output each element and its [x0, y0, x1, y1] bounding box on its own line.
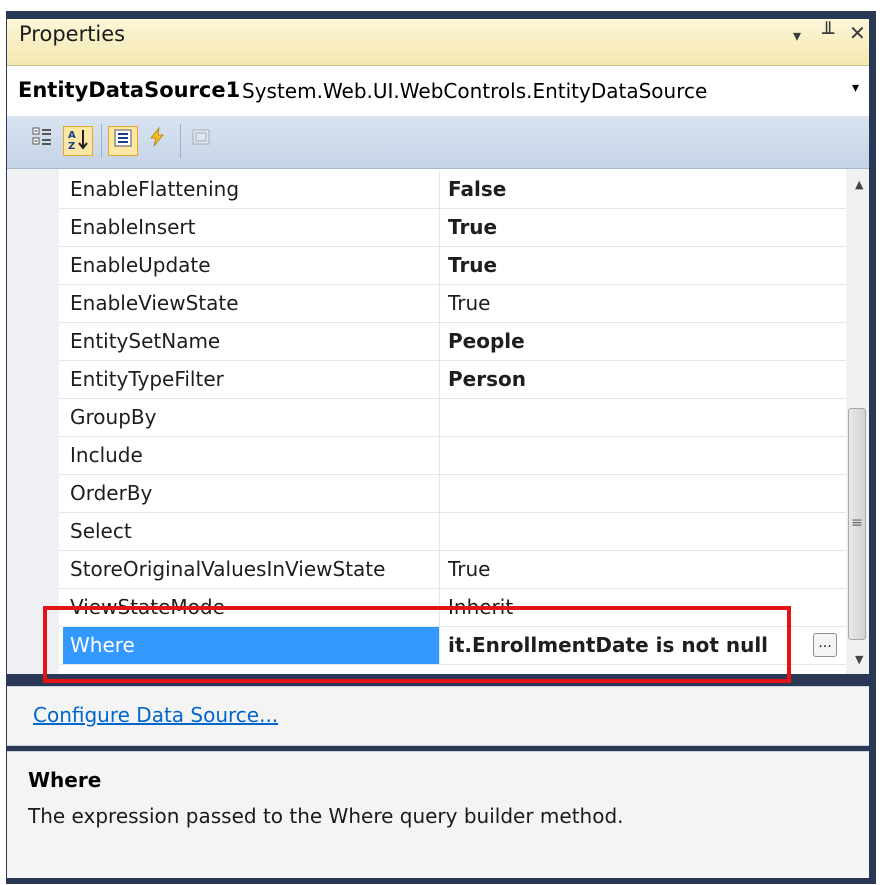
property-row[interactable]: EnableFlattening False [59, 171, 846, 209]
property-row[interactable]: Select [59, 513, 846, 551]
object-type: System.Web.UI.WebControls.EntityDataSour… [242, 79, 708, 103]
property-row[interactable]: EnableUpdate True [59, 247, 846, 285]
svg-text:Z: Z [68, 141, 75, 151]
property-row[interactable]: EnableViewState True [59, 285, 846, 323]
property-name: GroupBy [63, 399, 440, 436]
configure-data-source-link[interactable]: Configure Data Source... [33, 703, 278, 727]
scrollbar-grip-icon: ≡ [851, 515, 863, 531]
property-value[interactable] [443, 399, 803, 436]
grid-gutter [7, 169, 59, 674]
property-value[interactable]: True [443, 285, 803, 322]
property-name: Include [63, 437, 440, 474]
properties-icon[interactable] [108, 126, 138, 156]
property-value[interactable]: People [443, 323, 803, 360]
property-value[interactable]: True [443, 209, 803, 246]
pin-icon[interactable]: ╨ [822, 21, 834, 45]
annotation-highlight-box [43, 606, 791, 683]
property-row[interactable]: EntityTypeFilter Person [59, 361, 846, 399]
svg-text:A: A [68, 130, 76, 141]
property-pages-icon[interactable] [186, 126, 216, 156]
description-title: Where [28, 768, 102, 792]
property-value[interactable]: False [443, 171, 803, 208]
property-name: EntitySetName [63, 323, 440, 360]
property-value[interactable] [443, 513, 803, 550]
toolbar-separator [101, 124, 102, 158]
property-name: EnableFlattening [63, 171, 440, 208]
property-name: EnableInsert [63, 209, 440, 246]
property-value[interactable]: Person [443, 361, 803, 398]
description-text: The expression passed to the Where query… [28, 804, 624, 828]
window-title: Properties [19, 22, 126, 46]
property-name: EnableUpdate [63, 247, 440, 284]
alphabetical-icon[interactable]: A Z [63, 126, 93, 156]
close-icon[interactable]: ✕ [849, 21, 866, 45]
property-value[interactable]: True [443, 551, 803, 588]
events-icon[interactable] [142, 126, 172, 156]
property-row[interactable]: GroupBy [59, 399, 846, 437]
scroll-down-icon[interactable]: ▼ [855, 653, 863, 666]
property-name: Select [63, 513, 440, 550]
property-row[interactable]: EntitySetName People [59, 323, 846, 361]
title-bar [7, 19, 869, 66]
property-value[interactable]: True [443, 247, 803, 284]
property-row[interactable]: OrderBy [59, 475, 846, 513]
property-name: StoreOriginalValuesInViewState [63, 551, 440, 588]
property-row[interactable]: EnableInsert True [59, 209, 846, 247]
ellipsis-button[interactable]: ... [813, 633, 837, 657]
scroll-up-icon[interactable]: ▲ [855, 178, 863, 191]
window-position-dropdown-icon[interactable]: ▾ [793, 24, 801, 48]
toolbar-separator [180, 124, 181, 158]
property-name: EnableViewState [63, 285, 440, 322]
property-row[interactable]: StoreOriginalValuesInViewState True [59, 551, 846, 589]
object-selector-dropdown-icon[interactable]: ▾ [852, 80, 859, 96]
property-value[interactable] [443, 475, 803, 512]
categorized-icon[interactable] [27, 126, 57, 156]
property-value[interactable] [443, 437, 803, 474]
property-name: OrderBy [63, 475, 440, 512]
property-row[interactable]: Include [59, 437, 846, 475]
object-name: EntityDataSource1 [18, 78, 241, 102]
property-name: EntityTypeFilter [63, 361, 440, 398]
